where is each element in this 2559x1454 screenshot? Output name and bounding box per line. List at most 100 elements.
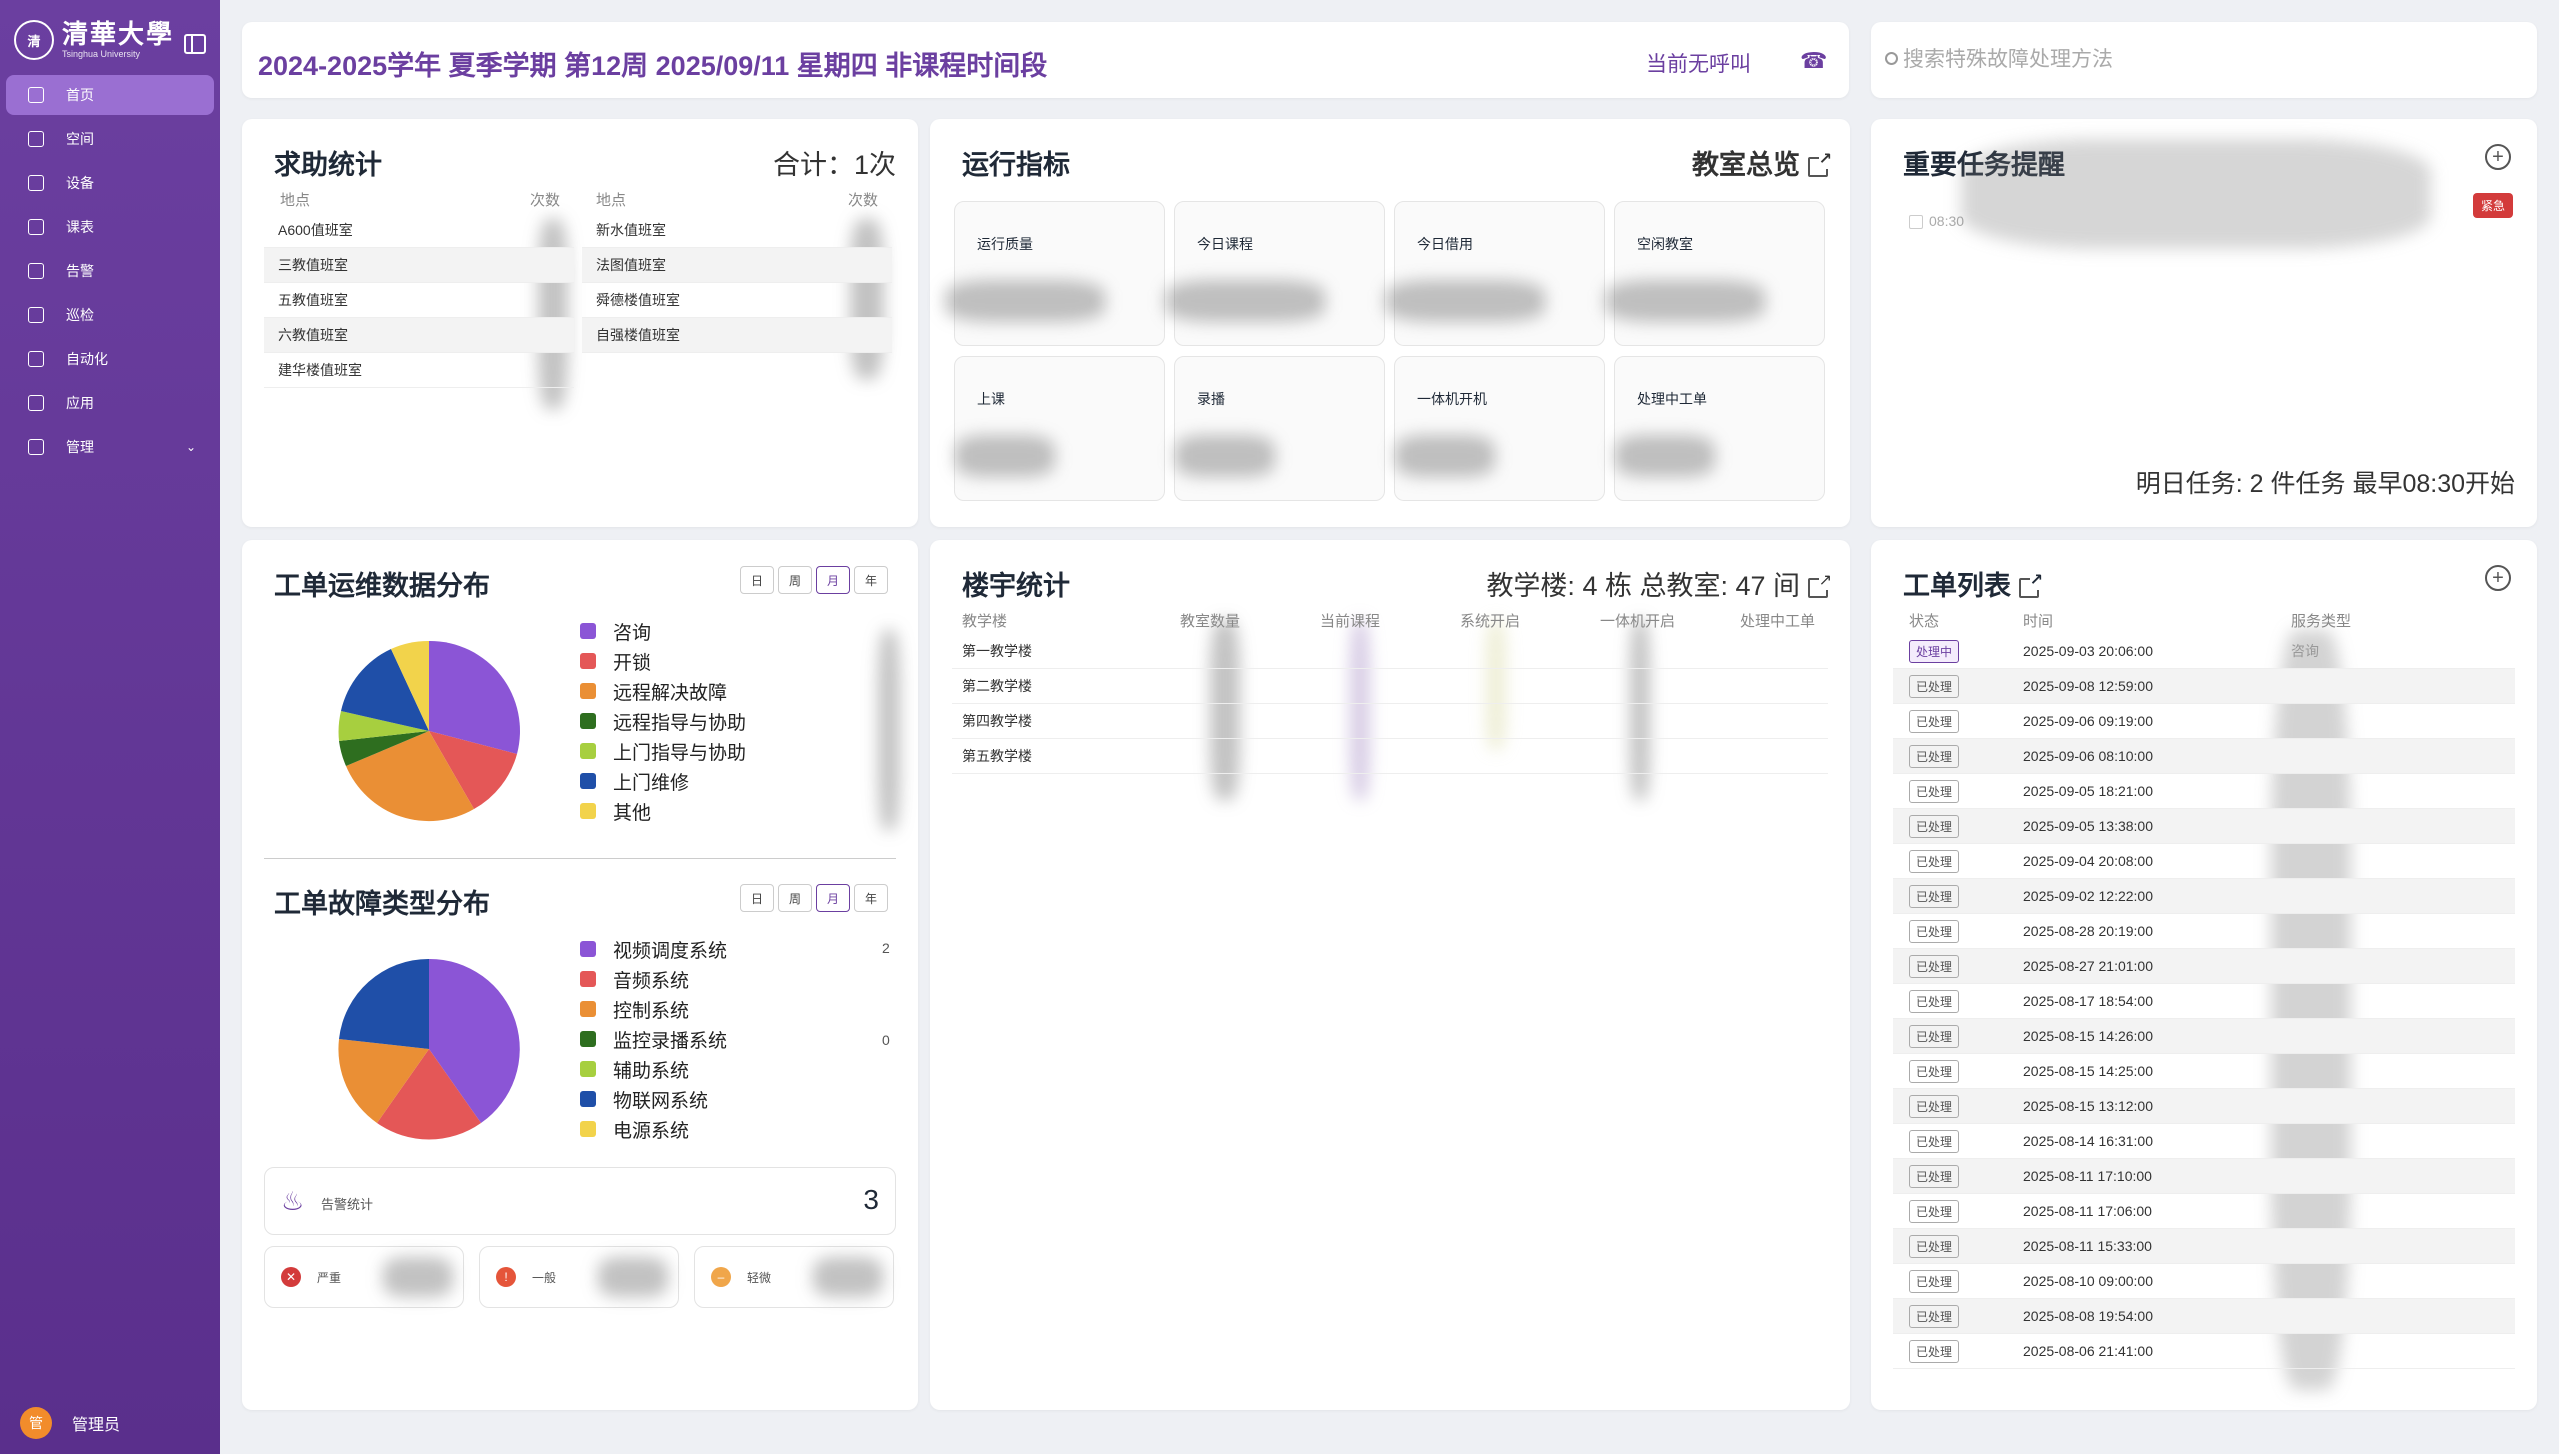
help-place: 建华楼值班室 (278, 362, 362, 378)
search-input[interactable] (1903, 42, 2503, 78)
legend-item[interactable]: 其他 (580, 796, 746, 826)
tsinghua-logo[interactable]: 清 清華大學 Tsinghua University (14, 20, 174, 60)
legend-item[interactable]: 控制系统 (580, 994, 727, 1024)
legend-item[interactable]: 辅助系统 (580, 1054, 727, 1084)
ticket-row[interactable]: 已处理 2025-09-06 08:10:00 (1893, 739, 2515, 774)
legend-label: 视频调度系统 (613, 940, 728, 962)
ticket-row[interactable]: 处理中 2025-09-03 20:06:00 咨询 (1893, 634, 2515, 669)
alarm-level-card[interactable]: – 轻微 (694, 1246, 894, 1308)
metric-tile[interactable]: 录播 (1174, 356, 1385, 501)
building-row[interactable]: 第二教学楼 (952, 669, 1828, 704)
ticket-row[interactable]: 已处理 2025-08-15 14:26:00 (1893, 1019, 2515, 1054)
ticket-row[interactable]: 已处理 2025-08-15 14:25:00 (1893, 1054, 2515, 1089)
sidebar-item-4[interactable]: 告警 (6, 251, 214, 291)
metric-tile[interactable]: 今日借用 (1385, 201, 1605, 346)
building-row[interactable]: 第四教学楼 (952, 704, 1828, 739)
task-time: 08:30 (1929, 213, 1965, 229)
ticket-row[interactable]: 已处理 2025-09-06 09:19:00 (1893, 704, 2515, 739)
sidebar-item-6[interactable]: 自动化 (6, 339, 214, 379)
period-2[interactable]: 月 (816, 566, 850, 594)
add-ticket-icon[interactable]: + (2485, 565, 2511, 591)
help-place: 自强楼值班室 (596, 327, 680, 343)
ticket-row[interactable]: 已处理 2025-09-04 20:08:00 (1893, 844, 2515, 879)
ticket-col-header: 服务类型 (2291, 613, 2352, 630)
legend-swatch (580, 773, 596, 789)
legend-item[interactable]: 音频系统 (580, 964, 727, 994)
period-0[interactable]: 日 (740, 566, 774, 594)
legend-item[interactable]: 电源系统 (580, 1114, 727, 1144)
legend-item[interactable]: 视频调度系统 (580, 934, 727, 964)
user-profile[interactable]: 管 管理员 (20, 1407, 120, 1439)
building-row[interactable]: 第五教学楼 (952, 739, 1828, 774)
ticket-row[interactable]: 已处理 2025-08-11 17:10:00 (1893, 1159, 2515, 1194)
alarm-stats[interactable]: ♨ 告警统计 3 (264, 1167, 896, 1235)
legend-item[interactable]: 物联网系统 (580, 1084, 727, 1114)
phone-icon[interactable]: ☎ (1800, 48, 1827, 74)
add-task-icon[interactable]: + (2485, 144, 2511, 170)
ticket-row[interactable]: 已处理 2025-08-28 20:19:00 (1893, 914, 2515, 949)
avatar[interactable]: 管 (20, 1407, 52, 1439)
metric-tile[interactable]: 一体机开机 (1394, 356, 1605, 501)
period-1[interactable]: 周 (778, 566, 812, 594)
ticket-row[interactable]: 已处理 2025-08-11 17:06:00 (1893, 1194, 2515, 1229)
ticket-row[interactable]: 已处理 2025-08-10 09:00:00 (1893, 1264, 2515, 1299)
legend-item[interactable]: 远程解决故障 (580, 676, 746, 706)
period-1[interactable]: 周 (778, 884, 812, 912)
legend-item[interactable]: 上门指导与协助 (580, 736, 746, 766)
sidebar-item-1[interactable]: 空间 (6, 119, 214, 159)
ticket-row[interactable]: 已处理 2025-08-27 21:01:00 (1893, 949, 2515, 984)
ticket-status: 已处理 (1909, 849, 1960, 873)
help-row: 自强楼值班室 (582, 318, 892, 353)
collapse-sidebar-icon[interactable] (184, 34, 206, 54)
period-0[interactable]: 日 (740, 884, 774, 912)
ticket-row[interactable]: 已处理 2025-09-05 18:21:00 (1893, 774, 2515, 809)
pie-slice-iot[interactable] (339, 958, 429, 1049)
sidebar-item-5[interactable]: 巡检 (6, 295, 214, 335)
metric-tile[interactable]: 处理中工单 (1614, 356, 1825, 501)
tickets-title-link[interactable]: 工单列表 (1903, 564, 2043, 603)
metric-tile[interactable]: 空闲教室 (1605, 201, 1825, 346)
ticket-row[interactable]: 已处理 2025-08-17 18:54:00 (1893, 984, 2515, 1019)
legend-item[interactable]: 上门维修 (580, 766, 746, 796)
metric-tile[interactable]: 今日课程 (1165, 201, 1385, 346)
fault-period-selector: 日周月年 (740, 884, 888, 912)
ticket-status: 已处理 (1909, 1304, 1960, 1328)
alarm-level-card[interactable]: ! 一般 (479, 1246, 679, 1308)
ticket-row[interactable]: 已处理 2025-09-02 12:22:00 (1893, 879, 2515, 914)
sidebar-item-3[interactable]: 课表 (6, 207, 214, 247)
ticket-row[interactable]: 已处理 2025-08-14 16:31:00 (1893, 1124, 2515, 1159)
legend-item[interactable]: 咨询 (580, 616, 746, 646)
period-3[interactable]: 年 (854, 884, 888, 912)
legend-item[interactable]: 开锁 (580, 646, 746, 676)
classroom-overview-link[interactable]: 教室总览 (1692, 143, 1832, 182)
period-2[interactable]: 月 (816, 884, 850, 912)
legend-swatch (580, 803, 596, 819)
help-stats-total: 合计：1次 (772, 150, 896, 180)
ticket-row[interactable]: 已处理 2025-08-08 19:54:00 (1893, 1299, 2515, 1334)
building-row[interactable]: 第一教学楼 (952, 634, 1828, 669)
task-checkbox[interactable] (1909, 215, 1923, 229)
period-3[interactable]: 年 (854, 566, 888, 594)
metric-tile[interactable]: 运行质量 (945, 201, 1165, 346)
sidebar-item-label: 课表 (66, 219, 94, 235)
sidebar-item-0[interactable]: 首页 (6, 75, 214, 115)
legend-item[interactable]: 远程指导与协助 (580, 706, 746, 736)
buildings-summary-link[interactable]: 教学楼: 4 栋 总教室: 47 间 (1486, 564, 1832, 603)
ticket-row[interactable]: 已处理 2025-08-11 15:33:00 (1893, 1229, 2515, 1264)
ticket-row[interactable]: 已处理 2025-09-08 12:59:00 (1893, 669, 2515, 704)
metric-tile[interactable]: 上课 (954, 356, 1165, 501)
ticket-row[interactable]: 已处理 2025-08-06 21:41:00 (1893, 1334, 2515, 1369)
building-name: 第五教学楼 (962, 748, 1032, 764)
alarm-level-card[interactable]: ✕ 严重 (264, 1246, 464, 1308)
legend-item[interactable]: 监控录播系统 (580, 1024, 727, 1054)
alarm-total: 3 (863, 1184, 879, 1215)
sidebar-item-8[interactable]: 管理 ⌄ (6, 427, 214, 467)
help-row: 五教值班室 (264, 283, 574, 318)
ticket-row[interactable]: 已处理 2025-09-05 13:38:00 (1893, 809, 2515, 844)
ticket-status: 已处理 (1909, 674, 1960, 698)
sidebar-item-2[interactable]: 设备 (6, 163, 214, 203)
ticket-row[interactable]: 已处理 2025-08-15 13:12:00 (1893, 1089, 2515, 1124)
call-status[interactable]: 当前无呼叫 (1646, 48, 1751, 78)
ticket-time: 2025-08-08 19:54:00 (2023, 1308, 2153, 1324)
sidebar-item-7[interactable]: 应用 (6, 383, 214, 423)
